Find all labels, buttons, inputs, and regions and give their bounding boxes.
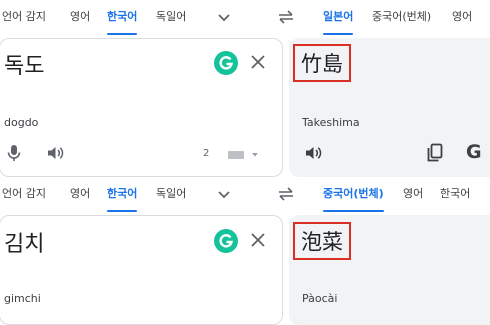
chevron-down-icon[interactable] xyxy=(216,9,232,25)
tab-english-target[interactable]: 영어 xyxy=(403,177,423,211)
tab-chinese-traditional[interactable]: 중국어(번체) xyxy=(323,177,384,212)
source-text[interactable]: 독도 xyxy=(4,48,44,80)
source-transliteration: dogdo xyxy=(4,116,39,129)
keyboard-icon[interactable] xyxy=(227,149,261,161)
tab-korean[interactable]: 한국어 xyxy=(107,0,138,35)
tab-english[interactable]: 영어 xyxy=(70,177,90,211)
swap-icon[interactable] xyxy=(276,8,296,26)
source-transliteration: gimchi xyxy=(4,292,41,305)
source-language-tabs: 언어 감지 영어 한국어 독일어 중국어(번체) 영어 한국어 xyxy=(0,177,490,213)
target-text: 竹島 xyxy=(293,44,351,82)
target-text: 泡菜 xyxy=(293,222,351,260)
tab-japanese[interactable]: 일본어 xyxy=(323,0,354,35)
tab-chinese-traditional[interactable]: 중국어(번체) xyxy=(372,0,431,34)
source-text[interactable]: 김치 xyxy=(4,226,44,258)
character-count: 2 xyxy=(203,148,210,159)
tab-english[interactable]: 영어 xyxy=(70,0,90,34)
tab-korean-target[interactable]: 한국어 xyxy=(440,177,470,211)
google-g-icon[interactable]: G xyxy=(466,141,482,163)
target-transliteration: Takeshima xyxy=(302,116,360,129)
tab-german[interactable]: 독일어 xyxy=(156,0,186,34)
tab-english-target[interactable]: 영어 xyxy=(452,0,472,34)
tab-korean[interactable]: 한국어 xyxy=(107,177,138,212)
grammarly-icon[interactable] xyxy=(214,51,238,75)
speaker-icon[interactable] xyxy=(304,144,322,162)
chevron-down-icon[interactable] xyxy=(216,186,232,202)
speaker-icon[interactable] xyxy=(46,144,64,162)
close-icon[interactable] xyxy=(249,53,267,71)
tab-detect-language[interactable]: 언어 감지 xyxy=(2,0,46,34)
target-transliteration: Pàocài xyxy=(302,292,338,305)
tab-german[interactable]: 독일어 xyxy=(156,177,186,211)
close-icon[interactable] xyxy=(249,231,267,249)
swap-icon[interactable] xyxy=(276,185,296,203)
mic-icon[interactable] xyxy=(6,144,22,162)
grammarly-icon[interactable] xyxy=(214,229,238,253)
tab-detect-language[interactable]: 언어 감지 xyxy=(2,177,46,211)
copy-icon[interactable] xyxy=(426,143,444,163)
source-language-tabs: 언어 감지 영어 한국어 독일어 일본어 중국어(번체) 영어 xyxy=(0,0,490,36)
